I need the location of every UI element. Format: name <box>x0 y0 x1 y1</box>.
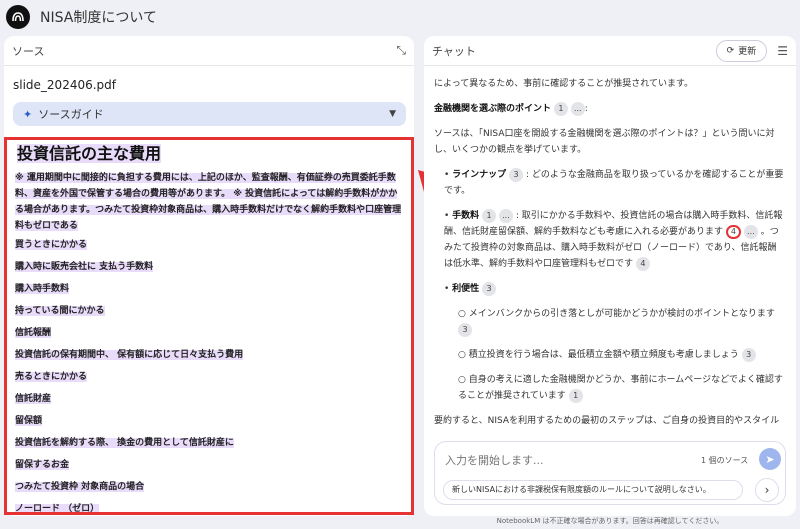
refresh-button[interactable]: ⟳ 更新 <box>715 39 768 62</box>
app-title: NISA制度について <box>40 10 157 26</box>
logo-icon[interactable] <box>6 5 30 29</box>
chevron-right-icon: › <box>764 483 770 497</box>
source-filename: slide_202406.pdf <box>13 78 117 92</box>
doc-item: つみたて投資枠 対象商品の場合 <box>15 482 145 492</box>
suggestion-chip[interactable]: 新しいNISAにおける非課税保有限度額のルールについて説明しなさい。 <box>443 480 743 500</box>
citation-badge[interactable]: 1 <box>553 101 568 116</box>
doc-items: 買うときにかかる購入時に販売会社に 支払う手数料 購入時手数料持っている間にかかる… <box>15 238 403 514</box>
doc-heading: 投資信託の主な費用 <box>17 144 162 163</box>
collapse-icon[interactable]: ⤡ <box>396 43 406 58</box>
chat-bullet-lineup: • ラインナップ 3 : どのような金融商品を取り扱っているかを確認することが重… <box>444 167 784 196</box>
doc-item: 信託財産 <box>15 394 52 404</box>
chat-panel-title: チャット <box>432 44 476 58</box>
doc-item: 信託報酬 <box>15 328 52 338</box>
next-suggestion-button[interactable]: › <box>755 478 779 502</box>
doc-item: 売るときにかかる <box>15 372 88 382</box>
source-panel: ソース ⤡ slide_202406.pdf ✦ ソースガイド ▼ 投資信託の主… <box>4 36 414 516</box>
chat-subbullet: ○ 自身の考えに適した金融機関かどうか、事前にホームページなどでよく確認すること… <box>458 375 783 403</box>
doc-item: 留保するお金 <box>15 460 70 470</box>
doc-item: ノーロード （ゼロ） <box>15 504 100 514</box>
send-icon: ➤ <box>765 452 775 466</box>
citation-badge[interactable]: 1 <box>482 208 497 223</box>
source-panel-title: ソース <box>12 44 45 58</box>
citation-badge-more[interactable]: ... <box>570 101 585 116</box>
doc-item: 買うときにかかる <box>15 240 88 250</box>
chat-intro: ソースは、「NISA口座を開設する金融機関を選ぶ際のポイントは？」という問いに対… <box>434 129 775 155</box>
doc-item: 購入時手数料 <box>15 284 70 294</box>
chat-subbullet: ○ 積立投資を行う場合は、最低積立金額や積立頻度も考慮しましょう 3 <box>434 347 784 363</box>
chat-section-title: 金融機関を選ぶ際のポイント 1 ...: <box>434 101 588 116</box>
citation-badge[interactable]: 4 <box>635 256 650 271</box>
chat-panel-header: チャット ⟳ 更新 ☰ <box>424 36 796 66</box>
doc-item: 留保額 <box>15 416 43 426</box>
sparkle-icon: ✦ <box>23 107 33 121</box>
citation-badge-active[interactable]: 4 <box>725 224 741 239</box>
chat-messages: によって異なるため、事前に確認することが推奨されています。 金融機関を選ぶ際のポ… <box>434 76 784 431</box>
doc-item: 購入時に販売会社に 支払う手数料 <box>15 262 154 272</box>
chat-input-box: 1 個のソース ➤ 新しいNISAにおける非課税保有限度額のルールについて説明し… <box>434 441 786 505</box>
chat-bullet-convenience: • 利便性 3 <box>434 281 784 297</box>
doc-item: 投資信託を解約する際、 換金の費用として信託財産に <box>15 438 234 448</box>
chat-subbullet: ○ メインバンクからの引き落としが可能かどうかが検討のポイントとなります 3 <box>434 306 784 338</box>
citation-badge[interactable]: 3 <box>509 167 524 182</box>
chat-summary: 要約すると、NISAを利用するための最初のステップは、ご自身の投資目的やスタイル… <box>434 416 780 426</box>
citation-badge[interactable]: 3 <box>458 322 472 337</box>
doc-item: 持っている間にかかる <box>15 306 105 316</box>
source-panel-header: ソース ⤡ <box>4 36 414 66</box>
chat-bullet-fees: • 手数料 1 ... : 取引にかかる手数料や、投資信託の場合は購入時手数料、… <box>444 208 783 271</box>
source-guide-dropdown[interactable]: ✦ ソースガイド ▼ <box>13 102 406 126</box>
citation-badge[interactable]: 3 <box>482 281 497 296</box>
footer-disclaimer: NotebookLM は不正確な場合があります。回答は再確認してください。 <box>496 517 724 525</box>
citation-badge-more[interactable]: ... <box>743 224 758 239</box>
chat-line: によって異なるため、事前に確認することが推奨されています。 <box>434 79 694 89</box>
tune-icon[interactable]: ☰ <box>777 44 788 58</box>
source-guide-label: ソースガイド <box>38 108 104 121</box>
citation-badge[interactable]: 1 <box>568 388 583 403</box>
source-count: 1 個のソース <box>701 456 749 465</box>
top-bar: NISA制度について <box>0 0 800 34</box>
doc-item: 投資信託の保有期間中、 保有額に応じて日々支払う費用 <box>15 350 244 360</box>
chevron-down-icon: ▼ <box>389 109 396 119</box>
source-content: 投資信託の主な費用 ※ 運用期間中に間接的に負担する費用には、上記のほか、監査報… <box>4 137 414 515</box>
chat-panel: チャット ⟳ 更新 ☰ によって異なるため、事前に確認することが推奨されています… <box>424 36 796 516</box>
citation-badge[interactable]: 3 <box>741 347 756 362</box>
refresh-icon: ⟳ <box>726 45 735 56</box>
citation-badge-more[interactable]: ... <box>498 208 513 223</box>
doc-paragraph: ※ 運用期間中に間接的に負担する費用には、上記のほか、監査報酬、有価証券の売買委… <box>15 173 402 231</box>
send-button[interactable]: ➤ <box>759 448 781 470</box>
chat-input[interactable] <box>445 450 675 470</box>
